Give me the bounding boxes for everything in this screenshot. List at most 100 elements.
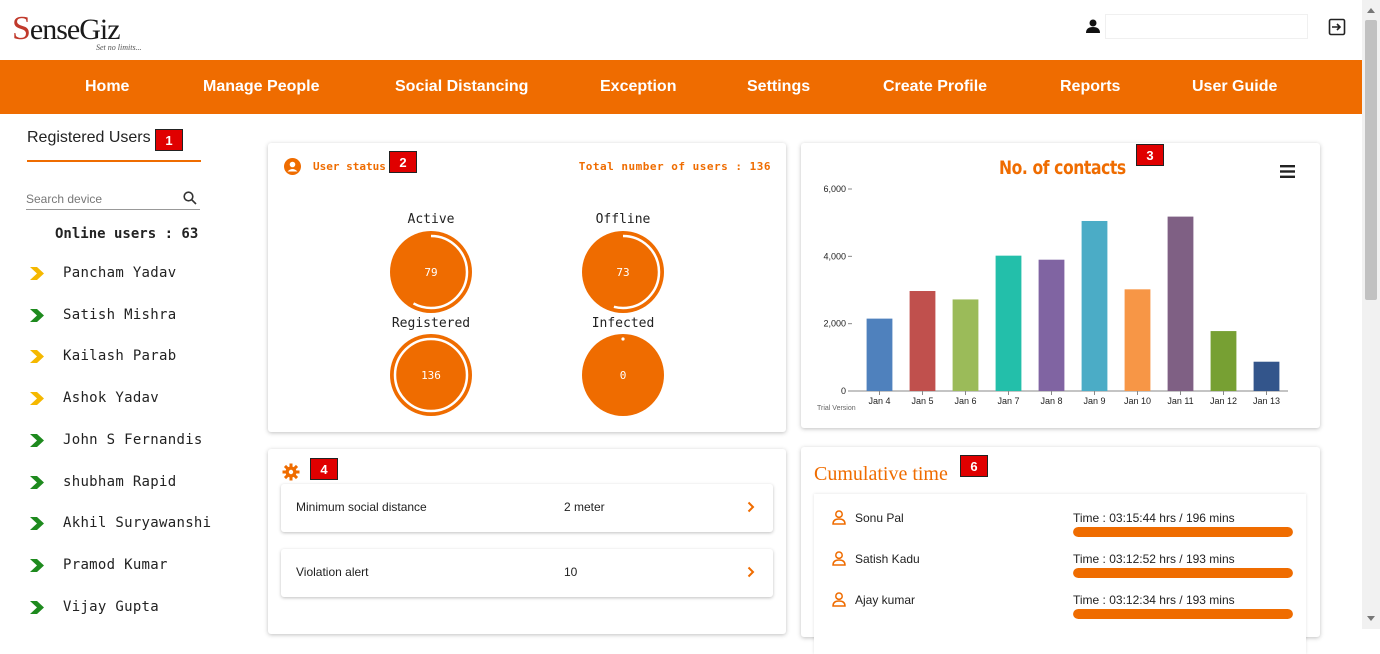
main-nav: Home Manage People Social Distancing Exc… xyxy=(0,60,1362,114)
device-name: Kailash Parab xyxy=(63,348,177,365)
nav-reports[interactable]: Reports xyxy=(1060,78,1120,96)
person-icon xyxy=(832,551,846,571)
device-name: Pramod Kumar xyxy=(63,556,168,573)
sensegiz-logo[interactable]: SenseGiz Set no limits... xyxy=(12,10,142,52)
device-name: Satish Mishra xyxy=(63,306,177,323)
online-users-count: Online users : 63 xyxy=(55,226,199,242)
y-tick-label: 4,000 xyxy=(823,251,846,261)
user-icon[interactable] xyxy=(1086,19,1100,38)
list-item[interactable]: Satish Kadu Time : 03:12:52 hrs / 193 mi… xyxy=(814,535,1306,578)
x-tick-label: Jan 4 xyxy=(868,396,890,406)
user-status-title: User status xyxy=(313,160,386,173)
gauge-dot xyxy=(621,337,625,341)
y-tick-label: 2,000 xyxy=(823,319,846,329)
x-tick-label: Jan 8 xyxy=(1040,396,1062,406)
y-tick-label: 0 xyxy=(841,386,846,396)
chevron-right-icon[interactable] xyxy=(747,500,755,518)
nav-user-guide[interactable]: User Guide xyxy=(1192,78,1277,96)
x-tick-label: Jan 10 xyxy=(1124,396,1151,406)
status-chevron-icon xyxy=(30,350,45,368)
progress-fill xyxy=(1073,609,1293,619)
chart-bar xyxy=(995,255,1022,391)
chart-bar xyxy=(866,318,893,391)
device-name: Ashok Yadav xyxy=(63,390,160,407)
time-text: Time : 03:15:44 hrs / 196 mins xyxy=(1073,511,1235,525)
nav-settings[interactable]: Settings xyxy=(747,78,810,96)
username-field[interactable] xyxy=(1105,14,1308,39)
nav-create-profile[interactable]: Create Profile xyxy=(883,78,987,96)
search-device-input[interactable] xyxy=(26,189,176,209)
x-tick-label: Jan 13 xyxy=(1253,396,1280,406)
device-name: Akhil Suryawanshi xyxy=(63,515,212,532)
offline-label: Offline xyxy=(595,212,651,227)
setting-label: Minimum social distance xyxy=(296,500,427,514)
list-item[interactable]: Ajay kumar Time : 03:12:34 hrs / 193 min… xyxy=(814,576,1306,619)
annotation-marker-2: 2 xyxy=(389,151,417,173)
chart-bar xyxy=(952,299,979,391)
person-name: Satish Kadu xyxy=(855,552,920,566)
infected-label: Infected xyxy=(591,316,655,331)
total-users-text: Total number of users : 136 xyxy=(578,160,771,173)
status-chevron-icon xyxy=(30,475,45,494)
nav-social-distancing[interactable]: Social Distancing xyxy=(395,78,528,96)
gear-icon[interactable] xyxy=(282,463,300,486)
person-icon xyxy=(832,592,846,612)
annotation-marker-6: 6 xyxy=(960,455,988,477)
cumulative-time-card: Cumulative time 6 Sonu Pal Time : 03:15:… xyxy=(801,447,1320,654)
gauge-value: 73 xyxy=(616,266,629,279)
time-text: Time : 03:12:34 hrs / 193 mins xyxy=(1073,593,1235,607)
x-tick-label: Jan 9 xyxy=(1083,396,1105,406)
device-name: Pancham Yadav xyxy=(63,265,177,281)
nav-home[interactable]: Home xyxy=(85,78,129,96)
annotation-marker-4: 4 xyxy=(310,458,338,480)
search-icon[interactable] xyxy=(183,191,197,210)
chevron-right-icon[interactable] xyxy=(747,565,755,583)
nav-exception[interactable]: Exception xyxy=(600,78,676,96)
registered-label: Registered xyxy=(391,316,471,331)
status-chevron-icon xyxy=(30,558,45,577)
gauge-value: 0 xyxy=(620,369,627,382)
search-underline xyxy=(26,209,200,210)
user-circle-icon xyxy=(284,158,301,180)
time-progress-bar xyxy=(1073,609,1293,619)
x-tick-label: Jan 11 xyxy=(1167,396,1193,406)
nav-manage-people[interactable]: Manage People xyxy=(203,78,319,96)
person-icon xyxy=(832,510,846,530)
status-chevron-icon xyxy=(30,600,45,619)
violation-alert-row[interactable]: Violation alert 10 xyxy=(281,549,773,597)
x-tick-label: Jan 7 xyxy=(997,396,1019,406)
x-tick-label: Jan 12 xyxy=(1210,396,1237,406)
infected-gauge: 0 xyxy=(582,334,664,416)
cumulative-list: Sonu Pal Time : 03:15:44 hrs / 196 mins … xyxy=(814,494,1306,654)
time-text: Time : 03:12:52 hrs / 193 mins xyxy=(1073,552,1235,566)
y-tick-label: 6,000 xyxy=(823,184,846,194)
chart-bar xyxy=(1038,259,1065,391)
chart-bar xyxy=(1167,216,1194,391)
logout-icon[interactable] xyxy=(1328,18,1346,41)
device-name: shubham Rapid xyxy=(63,473,177,490)
scrollbar-thumb[interactable] xyxy=(1365,20,1377,300)
list-item[interactable]: Sonu Pal Time : 03:15:44 hrs / 196 mins xyxy=(814,494,1306,537)
status-chevron-icon xyxy=(30,517,45,535)
page-scrollbar[interactable] xyxy=(1362,0,1380,629)
offline-gauge: 73 xyxy=(582,231,664,313)
person-name: Sonu Pal xyxy=(855,511,904,525)
min-social-distance-row[interactable]: Minimum social distance 2 meter xyxy=(281,484,773,532)
active-label: Active xyxy=(407,212,455,227)
active-gauge: 79 xyxy=(390,231,472,313)
cumulative-time-title: Cumulative time xyxy=(814,463,948,485)
contacts-bar-chart: 0 2,000 4,000 6,000 Jan 4 Jan 5 Jan 6 Jan 7 Jan … xyxy=(823,184,1288,406)
setting-value: 10 xyxy=(564,565,578,579)
user-status-card: User status 2 Total number of users : 13… xyxy=(268,143,786,432)
device-name: John S Fernandis xyxy=(63,431,203,448)
gauge-value: 136 xyxy=(421,369,441,382)
x-tick-label: Jan 6 xyxy=(954,396,976,406)
setting-label: Violation alert xyxy=(296,565,369,579)
logo-tagline: Set no limits... xyxy=(96,43,142,52)
scroll-up-icon[interactable] xyxy=(1367,8,1375,13)
scroll-down-icon[interactable] xyxy=(1367,616,1375,621)
person-name: Ajay kumar xyxy=(855,593,916,607)
contacts-chart-card: No. of contacts 3 0 2,000 4,000 6,000 Jan 4J… xyxy=(801,143,1320,428)
status-chevron-icon xyxy=(30,433,45,452)
x-tick-label: Jan 5 xyxy=(911,396,933,406)
